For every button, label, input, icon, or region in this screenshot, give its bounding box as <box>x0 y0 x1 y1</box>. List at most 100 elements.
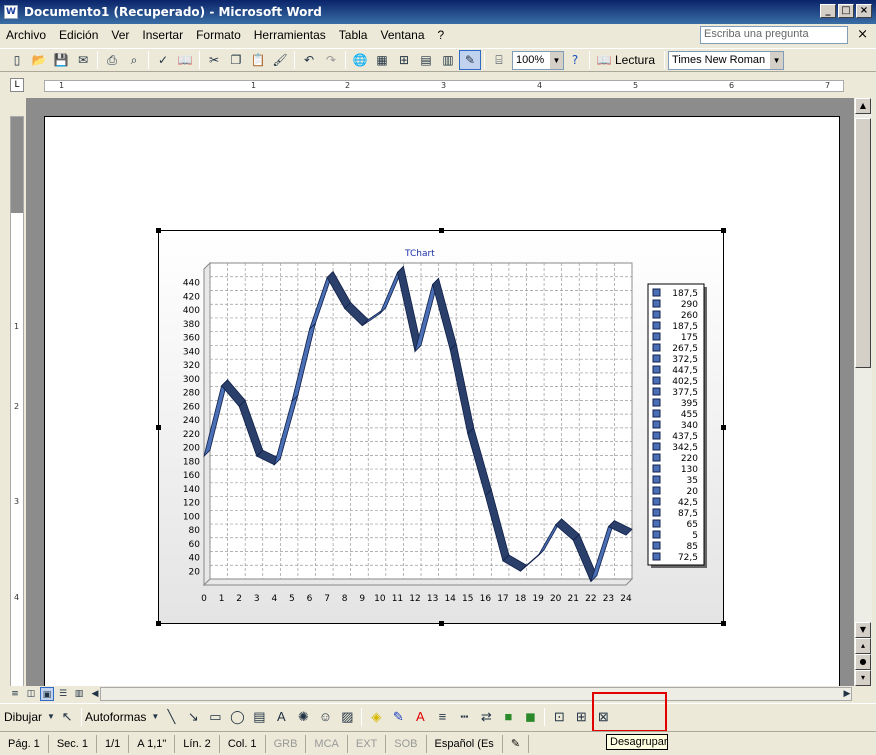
research-icon[interactable]: 📖 <box>174 50 196 70</box>
permission-icon[interactable]: ✉ <box>72 50 94 70</box>
status-sob[interactable]: SOB <box>386 734 427 753</box>
horizontal-scrollbar[interactable] <box>100 687 852 701</box>
print-layout-icon[interactable]: ▣ <box>40 687 54 701</box>
help-icon[interactable]: ? <box>564 50 586 70</box>
font-combo[interactable]: Times New Roman ▼ <box>668 50 785 70</box>
scroll-up-icon[interactable]: ▲ <box>855 98 871 114</box>
resize-handle[interactable] <box>156 425 161 430</box>
ask-question-input[interactable]: Escriba una pregunta <box>700 26 848 44</box>
reading-view-icon[interactable]: ▥ <box>72 687 86 701</box>
menu-ventana[interactable]: Ventana <box>380 28 424 42</box>
chevron-down-icon[interactable]: ▼ <box>770 51 784 69</box>
redo-icon[interactable]: ↷ <box>320 50 342 70</box>
tchart-object[interactable]: TChart 20 40 60 80 100 120 140 160 180 200 220 240 2… <box>156 228 726 626</box>
cut-icon[interactable]: ✂ <box>203 50 225 70</box>
minimize-button[interactable]: _ <box>820 4 836 18</box>
document-map-icon[interactable]: ⌸ <box>488 50 510 70</box>
line-icon[interactable]: ╲ <box>160 707 182 727</box>
oval-icon[interactable]: ◯ <box>226 707 248 727</box>
status-ext[interactable]: EXT <box>348 734 387 753</box>
reading-layout-button[interactable]: Lectura <box>615 53 655 67</box>
resize-handle[interactable] <box>156 621 161 626</box>
scroll-right-icon[interactable]: ▶ <box>840 687 854 701</box>
resize-handle[interactable] <box>721 425 726 430</box>
menu-insertar[interactable]: Insertar <box>142 28 183 42</box>
resize-handle[interactable] <box>156 228 161 233</box>
menu-formato[interactable]: Formato <box>196 28 241 42</box>
spelling-status-icon[interactable]: ✎ <box>503 734 530 753</box>
tables-borders-icon[interactable]: ▦ <box>371 50 393 70</box>
chevron-down-icon[interactable]: ▼ <box>550 51 563 69</box>
web-view-icon[interactable]: ◫ <box>24 687 38 701</box>
status-mca[interactable]: MCA <box>306 734 348 753</box>
copy-icon[interactable]: ❐ <box>225 50 247 70</box>
3d-style-icon[interactable]: ◼ <box>519 707 541 727</box>
reading-icon[interactable]: 📖 <box>593 50 615 70</box>
next-page-icon[interactable]: ▾ <box>855 670 871 686</box>
status-grb[interactable]: GRB <box>266 734 307 753</box>
close-button[interactable]: × <box>856 4 872 18</box>
arrow-icon[interactable]: ↘ <box>182 707 204 727</box>
print-icon[interactable]: ⎙ <box>101 50 123 70</box>
resize-handle[interactable] <box>721 621 726 626</box>
hyperlink-icon[interactable]: 🌐 <box>349 50 371 70</box>
shadow-icon[interactable]: ■ <box>497 707 519 727</box>
menu-archivo[interactable]: Archivo <box>6 28 46 42</box>
wordart-icon[interactable]: A <box>270 707 292 727</box>
rectangle-icon[interactable]: ▭ <box>204 707 226 727</box>
print-preview-icon[interactable]: ⌕ <box>123 50 145 70</box>
resize-handle[interactable] <box>439 621 444 626</box>
diagram-icon[interactable]: ✺ <box>292 707 314 727</box>
resize-handle[interactable] <box>721 228 726 233</box>
close-document-icon[interactable]: × <box>857 27 868 42</box>
insert-excel-icon[interactable]: ▤ <box>415 50 437 70</box>
autoshapes-menu-button[interactable]: Autoformas <box>85 710 146 724</box>
new-document-icon[interactable]: ▯ <box>6 50 28 70</box>
menu-herramientas[interactable]: Herramientas <box>254 28 326 42</box>
group-icon[interactable]: ⊡ <box>548 707 570 727</box>
menu-ver[interactable]: Ver <box>111 28 129 42</box>
open-folder-icon[interactable]: 📂 <box>28 50 50 70</box>
scroll-thumb[interactable] <box>855 118 871 368</box>
outline-view-icon[interactable]: ☰ <box>56 687 70 701</box>
text-box-icon[interactable]: ▤ <box>248 707 270 727</box>
chevron-down-icon[interactable]: ▼ <box>150 707 160 727</box>
picture-icon[interactable]: ▨ <box>336 707 358 727</box>
word-app-icon[interactable]: W <box>4 5 18 19</box>
plot-floor <box>202 578 634 586</box>
line-color-icon[interactable]: ✎ <box>387 707 409 727</box>
normal-view-icon[interactable]: ≡ <box>8 687 22 701</box>
select-objects-icon[interactable]: ↖ <box>56 707 78 727</box>
select-browse-object-icon[interactable]: ● <box>855 654 871 670</box>
drawing-icon[interactable]: ✎ <box>459 50 481 70</box>
horizontal-ruler[interactable]: 1 1 2 3 4 5 6 7 <box>44 80 844 92</box>
scroll-down-icon[interactable]: ▼ <box>855 622 871 638</box>
line-style-icon[interactable]: ≡ <box>431 707 453 727</box>
vertical-ruler[interactable]: 1 2 3 4 <box>10 116 24 688</box>
dash-style-icon[interactable]: ┅ <box>453 707 475 727</box>
resize-handle[interactable] <box>439 228 444 233</box>
clip-art-icon[interactable]: ☺ <box>314 707 336 727</box>
save-icon[interactable]: 💾 <box>50 50 72 70</box>
draw-menu-button[interactable]: Dibujar <box>4 710 42 724</box>
font-color-icon[interactable]: A <box>409 707 431 727</box>
insert-table-icon[interactable]: ⊞ <box>393 50 415 70</box>
zoom-combo[interactable]: 100% ▼ <box>512 50 564 70</box>
chevron-down-icon[interactable]: ▼ <box>46 707 56 727</box>
columns-icon[interactable]: ▥ <box>437 50 459 70</box>
fill-color-icon[interactable]: ◈ <box>365 707 387 727</box>
tab-selector[interactable]: L <box>10 78 24 92</box>
menu-help[interactable]: ? <box>438 28 445 42</box>
paste-icon[interactable]: 📋 <box>247 50 269 70</box>
menu-edicion[interactable]: Edición <box>59 28 98 42</box>
arrow-style-icon[interactable]: ⇄ <box>475 707 497 727</box>
previous-page-icon[interactable]: ▴ <box>855 638 871 654</box>
spelling-icon[interactable]: ✓ <box>152 50 174 70</box>
vertical-scrollbar[interactable]: ▲ ▼ ▴ ● ▾ <box>854 98 872 688</box>
format-painter-icon[interactable]: 🖌 <box>269 50 291 70</box>
menu-tabla[interactable]: Tabla <box>339 28 368 42</box>
maximize-button[interactable]: □ <box>838 4 854 18</box>
ungroup-icon[interactable]: ⊞ <box>570 707 592 727</box>
undo-icon[interactable]: ↶ <box>298 50 320 70</box>
status-col: Col. 1 <box>220 734 266 753</box>
